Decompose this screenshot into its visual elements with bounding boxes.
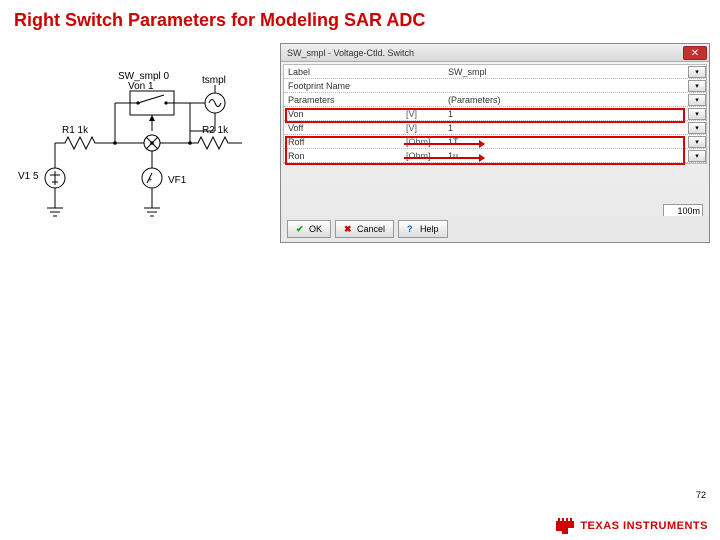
ti-brand-text: TEXAS INSTRUMENTS xyxy=(580,520,708,532)
close-icon[interactable]: ✕ xyxy=(683,46,707,60)
schematic-diagram: + SW_smpl 0 Von 1 tsmpl R1 1k R2 1k V1 5… xyxy=(10,43,270,243)
row-voff[interactable]: Voff [V] 1 ▾ xyxy=(284,121,706,135)
dialog-title: SW_smpl - Voltage-Ctld. Switch xyxy=(283,48,683,58)
dropdown-icon[interactable]: ▾ xyxy=(688,108,706,120)
arrow-roff xyxy=(404,143,484,145)
dropdown-icon[interactable]: ▾ xyxy=(688,150,706,162)
check-icon: ✔ xyxy=(296,224,306,234)
dropdown-icon[interactable]: ▾ xyxy=(688,80,706,92)
dropdown-icon[interactable]: ▾ xyxy=(688,136,706,148)
svg-text:+: + xyxy=(148,177,152,184)
prop-name: Label xyxy=(284,67,404,77)
slide-title: Right Switch Parameters for Modeling SAR… xyxy=(0,0,720,43)
highlight-roff-ron xyxy=(285,136,685,165)
row-label[interactable]: Label SW_smpl ▾ xyxy=(284,65,706,79)
ti-logo: TEXAS INSTRUMENTS xyxy=(554,518,708,534)
cancel-button[interactable]: ✖Cancel xyxy=(335,220,394,238)
dropdown-icon[interactable]: ▾ xyxy=(688,94,706,106)
x-icon: ✖ xyxy=(344,224,354,234)
prop-value[interactable]: (Parameters) xyxy=(444,95,686,105)
page-number: 72 xyxy=(696,490,706,500)
ok-button[interactable]: ✔OK xyxy=(287,220,331,238)
footer-brand: TEXAS INSTRUMENTS xyxy=(554,518,708,534)
dialog-buttons: ✔OK ✖Cancel ?Help xyxy=(281,216,709,242)
prop-name: Parameters xyxy=(284,95,404,105)
prop-value[interactable]: SW_smpl xyxy=(444,67,686,77)
dialog-body: Label SW_smpl ▾ Footprint Name ▾ Paramet… xyxy=(283,64,707,164)
arrow-ron xyxy=(404,157,484,159)
r2-label: R2 1k xyxy=(202,125,228,136)
dropdown-icon[interactable]: ▾ xyxy=(688,66,706,78)
highlight-von xyxy=(285,108,685,123)
vf1-label: VF1 xyxy=(168,175,186,186)
content-area: + SW_smpl 0 Von 1 tsmpl R1 1k R2 1k V1 5… xyxy=(0,43,720,243)
prop-value[interactable]: 1 xyxy=(444,123,686,133)
tsmpl-label: tsmpl xyxy=(202,75,226,86)
dialog-titlebar[interactable]: SW_smpl - Voltage-Ctld. Switch ✕ xyxy=(281,44,709,62)
ti-chip-icon xyxy=(554,518,576,534)
row-footprint[interactable]: Footprint Name ▾ xyxy=(284,79,706,93)
v1-label: V1 5 xyxy=(18,171,39,182)
prop-name: Footprint Name xyxy=(284,81,404,91)
prop-unit: [V] xyxy=(404,123,444,133)
help-icon: ? xyxy=(407,224,417,234)
properties-dialog: SW_smpl - Voltage-Ctld. Switch ✕ Label S… xyxy=(280,43,710,243)
prop-name: Voff xyxy=(284,123,404,133)
row-parameters[interactable]: Parameters (Parameters) ▾ xyxy=(284,93,706,107)
help-button[interactable]: ?Help xyxy=(398,220,448,238)
dropdown-icon[interactable]: ▾ xyxy=(688,122,706,134)
r1-label: R1 1k xyxy=(62,125,88,136)
von-label: Von 1 xyxy=(128,81,154,92)
